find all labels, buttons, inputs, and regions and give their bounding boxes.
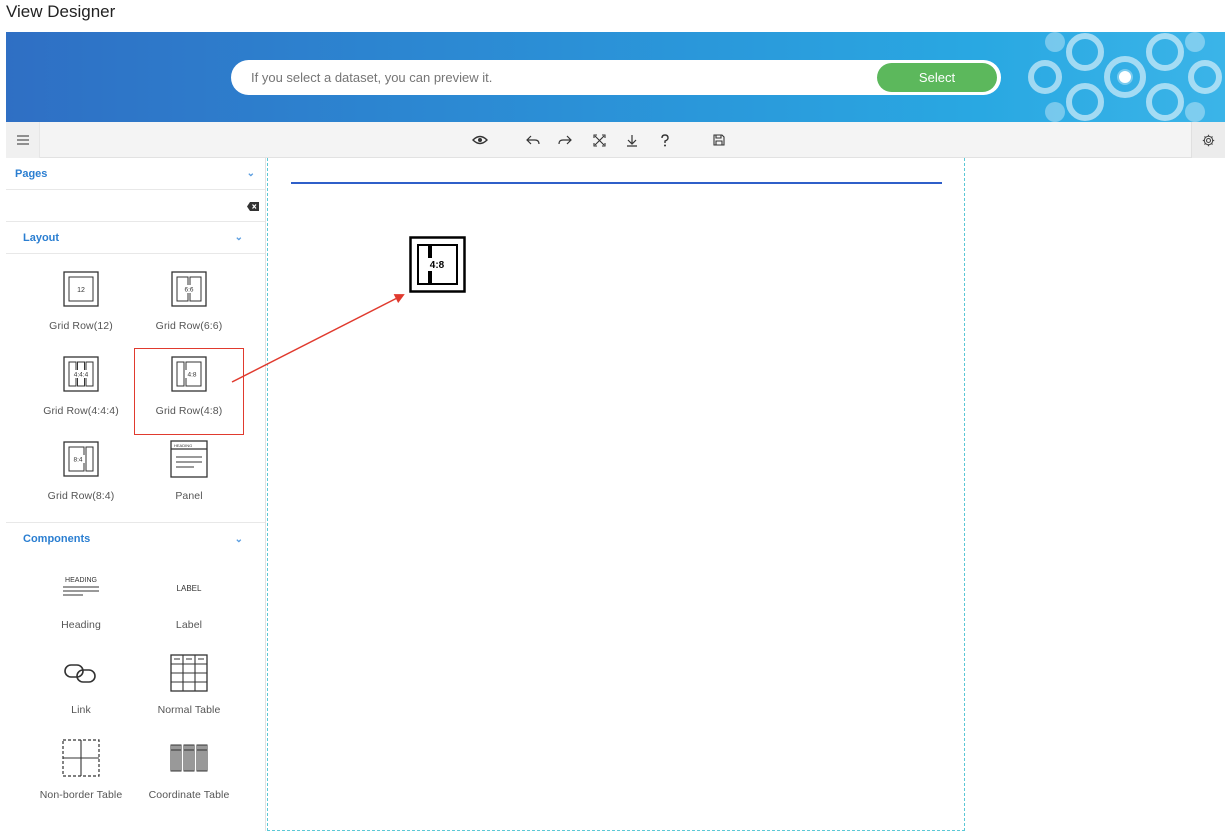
component-item-label: Non-border Table [39,789,123,801]
download-icon [627,134,637,147]
layout-item-grid-row-4-4-4[interactable]: 4:4:4 Grid Row(4:4:4) [27,349,135,434]
layout-items: 12 Grid Row(12) 6:6 Grid Row(6:6) 4:4:4 … [6,254,265,519]
gear-icon [1202,134,1215,146]
sidebar: Pages ⌄ Layout ⌄ 12 Grid Row(12) 6:6 Gri… [6,158,266,831]
layout-item-label: Grid Row(4:4:4) [43,405,119,417]
canvas-drop-line [291,182,942,184]
component-item-coordinate-table[interactable]: Coordinate Table [135,733,243,818]
label-icon: LABEL [177,584,202,593]
layout-title: Layout [23,231,60,244]
component-item-label: Link [71,704,91,716]
grid-row-6-6-icon: 6:6 [171,271,207,307]
design-canvas[interactable]: 4:8 [267,158,965,831]
fullscreen-button[interactable] [590,131,608,149]
toolbar [6,122,1225,158]
component-item-label[interactable]: LABEL Label [135,563,243,648]
grid-row-12-icon: 12 [63,271,99,307]
layout-item-label: Grid Row(8:4) [47,490,115,502]
panel-icon: HEADING [170,440,208,478]
component-item-label: Label [175,619,203,631]
menu-button[interactable] [6,122,40,158]
download-button[interactable] [623,131,641,149]
undo-icon [526,135,540,145]
help-button[interactable] [656,131,674,149]
save-icon [713,134,725,146]
component-item-normal-table[interactable]: Normal Table [135,648,243,733]
layout-item-grid-row-12[interactable]: 12 Grid Row(12) [27,264,135,349]
pages-title: Pages [15,167,48,180]
banner-decoration [1028,32,1222,122]
components-section-header[interactable]: Components ⌄ [6,523,265,555]
layout-item-label: Panel [175,490,203,502]
component-items: HEADING Heading LABEL Label Link Normal … [6,555,265,818]
link-chain-icon [64,664,96,683]
component-item-non-border-table[interactable]: Non-border Table [27,733,135,818]
layout-item-label: Grid Row(4:8) [155,405,223,417]
app-title: View Designer [6,2,116,21]
grid-row-6-6-glyph: 6:6 [184,287,193,294]
layout-item-grid-row-4-8[interactable]: 4:8 Grid Row(4:8) [134,348,244,435]
preview-button[interactable] [471,131,489,149]
help-icon [661,133,669,146]
settings-button[interactable] [1191,122,1225,158]
pages-filter-row [6,190,265,222]
grid-row-12-glyph: 12 [77,287,85,294]
undo-button[interactable] [524,131,542,149]
layout-item-label: Grid Row(12) [49,320,113,332]
grid-row-4-8-glyph: 4:8 [187,372,196,379]
label-glyph: LABEL [177,584,202,593]
chevron-down-icon: ⌄ [246,168,255,179]
component-item-link[interactable]: Link [27,648,135,733]
heading-icon: HEADING [63,577,99,596]
heading-glyph: HEADING [65,577,97,584]
layout-section-header[interactable]: Layout ⌄ [6,222,265,254]
chevron-down-icon: ⌄ [234,232,243,243]
components-title: Components [23,533,91,545]
fullscreen-icon [592,133,606,147]
layout-item-grid-row-8-4[interactable]: 8:4 Grid Row(8:4) [27,434,135,519]
dataset-search: Select [231,60,1001,95]
menu-icon [16,135,29,145]
component-item-label: Heading [61,619,101,631]
dragged-grid-row-4-8-icon[interactable]: 4:8 [409,236,466,293]
grid-row-8-4-icon: 8:4 [63,441,99,477]
component-item-label: Normal Table [157,704,221,716]
redo-button[interactable] [556,131,574,149]
layout-item-grid-row-6-6[interactable]: 6:6 Grid Row(6:6) [135,264,243,349]
normal-table-icon [170,654,208,692]
layout-item-label: Grid Row(6:6) [155,320,223,332]
grid-row-4-8-icon: 4:8 [171,356,207,392]
pages-section-header[interactable]: Pages ⌄ [6,158,265,190]
non-border-table-icon [62,739,100,777]
redo-icon [558,135,572,145]
banner: Select [6,32,1225,122]
component-item-heading[interactable]: HEADING Heading [27,563,135,648]
save-button[interactable] [710,131,728,149]
grid-row-4-4-4-glyph: 4:4:4 [74,372,89,379]
eye-icon [472,135,488,145]
coordinate-table-icon [170,744,208,772]
backspace-clear-icon[interactable] [247,202,259,211]
panel-glyph: HEADING [174,443,192,448]
layout-item-panel[interactable]: HEADING Panel [135,434,243,519]
drag-ghost-glyph: 4:8 [430,260,445,271]
dataset-search-input[interactable] [251,60,851,95]
chevron-down-icon: ⌄ [234,533,243,545]
grid-row-4-4-4-icon: 4:4:4 [63,356,99,392]
select-dataset-button[interactable]: Select [877,63,997,92]
grid-row-8-4-glyph: 8:4 [73,457,82,464]
component-item-label: Coordinate Table [148,789,230,801]
